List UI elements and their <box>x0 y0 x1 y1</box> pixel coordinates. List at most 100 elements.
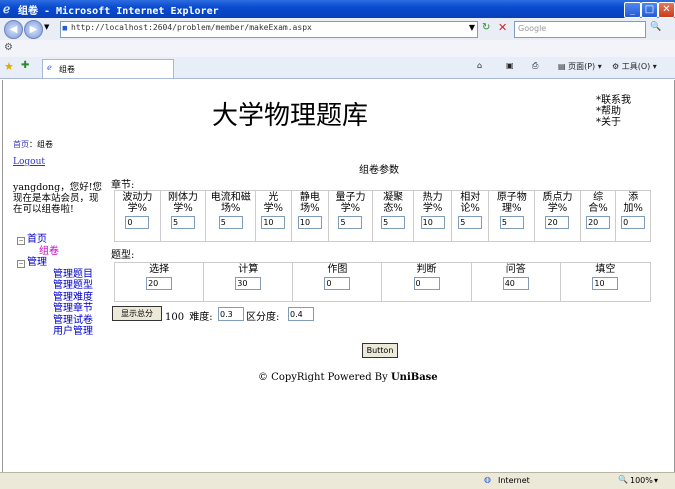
chapter-cell: 热力学% <box>413 190 452 242</box>
collapse-icon[interactable]: − <box>17 260 25 268</box>
chapter-label-text: 凝聚态% <box>383 192 404 214</box>
status-bar: ◍ Internet 🔍 100% ▾ <box>0 472 675 489</box>
type-input[interactable] <box>146 277 173 290</box>
type-label-text: 判断 <box>416 264 437 275</box>
chapter-cell: 凝聚态% <box>371 190 415 242</box>
title-bar: ℯ 组卷 - Microsoft Internet Explorer _ □ ✕ <box>0 0 675 18</box>
type-label-text: 计算 <box>238 264 259 275</box>
refresh-icon[interactable]: ↻ <box>482 22 490 33</box>
chapter-input[interactable] <box>545 216 570 229</box>
footer: © CopyRight Powered By UniBase <box>258 372 438 383</box>
chapter-input[interactable] <box>218 216 243 229</box>
home-icon[interactable]: ⌂ <box>477 61 482 70</box>
chapter-input[interactable] <box>125 216 150 229</box>
tree-item[interactable]: 管理难度 <box>17 292 93 304</box>
address-field[interactable]: ◼ http://localhost:2604/problem/member/m… <box>60 21 478 38</box>
tree-item[interactable]: 管理题目 <box>17 269 93 281</box>
tree-zujuan[interactable]: 组卷 <box>17 246 93 258</box>
welcome-text: yangdong，您好!您现在是本站会员，现在可以组卷啦! <box>13 182 103 215</box>
chapter-cell: 质点力学% <box>534 190 581 242</box>
chapter-label-text: 电流和磁场% <box>210 192 251 214</box>
close-button[interactable]: ✕ <box>658 2 675 18</box>
tree-item[interactable]: 用户管理 <box>17 326 93 338</box>
breadcrumb-sep: ： <box>29 140 37 149</box>
chapter-input[interactable] <box>621 216 646 229</box>
tree-home[interactable]: 首页 <box>27 234 47 245</box>
zoom-level[interactable]: 100% <box>630 476 653 485</box>
type-label-text: 填空 <box>595 264 616 275</box>
chapter-input[interactable] <box>458 216 483 229</box>
about-link[interactable]: *关于 <box>596 117 631 128</box>
chapter-input[interactable] <box>338 216 363 229</box>
search-field[interactable]: Google <box>514 21 646 38</box>
chapter-input[interactable] <box>420 216 445 229</box>
tree-item[interactable]: 管理题型 <box>17 280 93 292</box>
ie-logo-icon: ℯ <box>3 2 11 16</box>
zoom-dropdown-icon[interactable]: ▾ <box>654 476 658 485</box>
tab-current[interactable]: ℯ 组卷 <box>42 59 174 78</box>
feeds-icon[interactable]: ▣ <box>506 61 514 70</box>
breadcrumb-home[interactable]: 首页 <box>13 140 29 149</box>
chapter-label-text: 刚体力学% <box>168 192 198 214</box>
chapter-label-text: 原子物理% <box>496 192 527 214</box>
search-icon[interactable]: 🔍 <box>650 22 661 32</box>
internet-globe-icon: ◍ <box>484 475 491 484</box>
zoom-icon[interactable]: 🔍 <box>618 475 628 484</box>
favorites-star-icon[interactable]: ★ <box>4 60 14 73</box>
total-score: 100 <box>165 312 185 323</box>
chapter-input[interactable] <box>171 216 195 229</box>
tree-item[interactable]: 管理章节 <box>17 303 93 315</box>
back-button[interactable]: ◀ <box>4 20 23 39</box>
zone-text: Internet <box>498 476 530 485</box>
chapter-input[interactable] <box>381 216 406 229</box>
chapter-cell: 波动力学% <box>114 190 161 242</box>
submit-button[interactable]: Button <box>362 343 398 358</box>
type-input[interactable] <box>502 277 529 290</box>
settings-gear-icon[interactable]: ⚙ <box>4 42 13 53</box>
type-cell: 作图 <box>292 262 383 302</box>
tools-menu-label: 工具(O) <box>621 62 651 71</box>
footer-copyright: © CopyRight Powered By <box>258 372 391 383</box>
type-label-text: 问答 <box>505 264 526 275</box>
address-dropdown-icon[interactable]: ▼ <box>469 23 475 32</box>
show-total-button[interactable]: 显示总分 <box>112 306 162 321</box>
tree-item[interactable]: 管理试卷 <box>17 315 93 327</box>
add-favorites-icon[interactable]: ✚ <box>21 60 29 71</box>
tab-label: 组卷 <box>59 65 75 74</box>
logout-link[interactable]: Logout <box>13 157 45 167</box>
chapter-label-text: 相对论% <box>460 192 481 214</box>
contact-link[interactable]: *联系我 <box>596 95 631 106</box>
stop-icon[interactable]: ✕ <box>498 21 507 34</box>
minimize-button[interactable]: _ <box>624 2 641 18</box>
history-dropdown-icon[interactable]: ▼ <box>44 23 49 31</box>
chapter-input[interactable] <box>261 216 286 229</box>
type-table: 选择 计算 作图 判断 问答 填空 <box>113 262 652 302</box>
maximize-button[interactable]: □ <box>641 2 658 18</box>
search-placeholder: Google <box>518 24 547 33</box>
page-menu[interactable]: ▤ 页面(P) ▾ <box>558 61 602 72</box>
type-cell: 计算 <box>203 262 294 302</box>
breadcrumb-current: 组卷 <box>37 140 53 149</box>
chapter-cell: 光学% <box>255 190 292 242</box>
chapter-cell: 静电场% <box>290 190 330 242</box>
help-link[interactable]: *帮助 <box>596 106 631 117</box>
chapter-input[interactable] <box>499 216 524 229</box>
type-input[interactable] <box>235 277 262 290</box>
type-input[interactable] <box>592 277 619 290</box>
print-icon[interactable]: ⎙ <box>532 61 538 71</box>
chapter-input[interactable] <box>586 216 611 229</box>
chapter-input[interactable] <box>297 216 322 229</box>
type-input[interactable] <box>413 277 440 290</box>
forward-button[interactable]: ▶ <box>24 20 43 39</box>
chapter-table: 波动力学% 刚体力学% 电流和磁场% 光学% 静电场% 量子力学% 凝聚态% 热… <box>114 190 651 242</box>
discrimination-input[interactable] <box>288 307 314 321</box>
tree-manage[interactable]: 管理 <box>27 257 47 268</box>
window-title: 组卷 - Microsoft Internet Explorer <box>18 6 219 17</box>
type-label: 题型: <box>111 250 135 261</box>
collapse-icon[interactable]: − <box>17 237 25 245</box>
type-input[interactable] <box>324 277 351 290</box>
tools-menu[interactable]: ⚙ 工具(O) ▾ <box>612 61 657 72</box>
address-toolbar: ◀ ▶ ▼ ◼ http://localhost:2604/problem/me… <box>0 18 675 41</box>
site-title: 大学物理题库 <box>212 101 369 131</box>
difficulty-input[interactable] <box>218 307 244 321</box>
